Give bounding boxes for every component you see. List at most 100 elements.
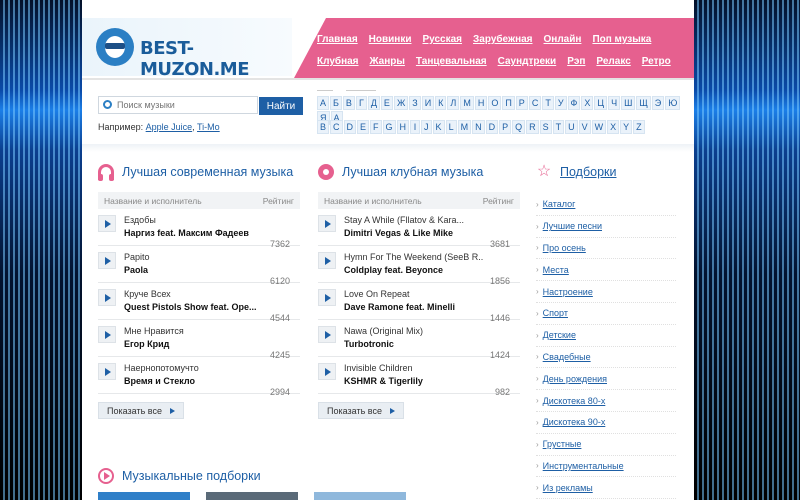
nav-link-pop[interactable]: Поп музыка (592, 34, 651, 45)
alphabet-letter[interactable]: П (502, 96, 515, 110)
play-icon[interactable] (98, 363, 116, 380)
track-artist[interactable]: Время и Стекло (124, 375, 274, 387)
collection-link[interactable]: › Грустные (536, 434, 676, 456)
alphabet-letter[interactable]: C (330, 120, 343, 134)
alphabet-letter[interactable]: С (528, 96, 542, 110)
alphabet-letter[interactable]: B (317, 120, 330, 134)
track-artist[interactable]: Turbotronic (344, 338, 494, 350)
track-artist[interactable]: Dimitri Vegas & Like Mike (344, 227, 494, 239)
alphabet-letter[interactable]: В (342, 96, 355, 110)
alphabet-letter[interactable]: G (382, 120, 396, 134)
alphabet-letter[interactable]: З (409, 96, 421, 110)
alphabet-letter[interactable]: Б (330, 96, 342, 110)
play-icon[interactable] (98, 326, 116, 343)
alphabet-letter[interactable]: Л (447, 96, 460, 110)
alphabet-letter[interactable]: И (421, 96, 435, 110)
play-icon[interactable] (98, 215, 116, 232)
alphabet-letter[interactable]: S (539, 120, 552, 134)
alphabet-letter[interactable]: У (554, 96, 567, 110)
collection-thumbnail[interactable] (314, 492, 406, 500)
nav-link-new[interactable]: Новинки (369, 34, 412, 45)
example-link-apple-juice[interactable]: Apple Juice (146, 122, 193, 132)
collection-link[interactable]: › Места (536, 259, 676, 282)
track-title[interactable]: Stay A While (Fllatov & Kara... (344, 215, 484, 225)
alphabet-letter[interactable]: М (460, 96, 474, 110)
alphabet-letter[interactable]: Ж (393, 96, 409, 110)
example-link-ti-mo[interactable]: Ti-Mo (197, 122, 220, 132)
alphabet-letter[interactable]: Q (512, 120, 526, 134)
play-icon[interactable] (318, 215, 336, 232)
alphabet-letter[interactable]: W (591, 120, 607, 134)
alphabet-letter[interactable]: Z (633, 120, 645, 134)
alphabet-letter[interactable]: J (421, 120, 432, 134)
play-icon[interactable] (98, 252, 116, 269)
alphabet-letter[interactable]: О (488, 96, 502, 110)
collection-link[interactable]: › Детские (536, 325, 676, 347)
track-title[interactable]: Love On Repeat (344, 289, 484, 299)
alphabet-letter[interactable]: T (552, 120, 565, 134)
play-icon[interactable] (318, 363, 336, 380)
nav-link-foreign[interactable]: Зарубежная (473, 34, 533, 45)
alphabet-letter[interactable]: Е (380, 96, 393, 110)
collection-link[interactable]: › Свадебные (536, 347, 676, 369)
play-icon[interactable] (318, 289, 336, 306)
nav-link-retro[interactable]: Ретро (642, 56, 671, 67)
track-title[interactable]: Nawa (Original Mix) (344, 326, 484, 336)
collection-link[interactable]: › Из рекламы (536, 477, 676, 500)
alphabet-letter[interactable]: Х (581, 96, 594, 110)
track-artist[interactable]: Quest Pistols Show feat. Ope... (124, 301, 274, 313)
alphabet-letter[interactable]: Ц (594, 96, 608, 110)
nav-link-soundtracks[interactable]: Саундтреки (498, 56, 557, 67)
alphabet-letter[interactable]: Ш (621, 96, 636, 110)
nav-link-rap[interactable]: Рэп (567, 56, 585, 67)
nav-link-dance[interactable]: Танцевальная (416, 56, 487, 67)
show-all-button[interactable]: Показать все (98, 402, 184, 419)
collection-thumbnail[interactable] (98, 492, 190, 500)
collection-link[interactable]: › Дискотека 90-х (536, 412, 676, 434)
alphabet-letter[interactable]: Y (620, 120, 633, 134)
track-title[interactable]: Мне Нравится (124, 326, 264, 336)
track-artist[interactable]: Paola (124, 264, 274, 276)
play-icon[interactable] (318, 252, 336, 269)
alphabet-letter[interactable]: I (410, 120, 421, 134)
nav-link-home[interactable]: Главная (317, 34, 358, 45)
collection-link[interactable]: › Каталог (536, 194, 676, 216)
track-artist[interactable]: Coldplay feat. Beyonce (344, 264, 494, 276)
play-icon[interactable] (98, 289, 116, 306)
alphabet-letter[interactable]: D (343, 120, 357, 134)
track-title[interactable]: Круче Всех (124, 289, 264, 299)
track-artist[interactable]: KSHMR & Tigerlily (344, 375, 494, 387)
alphabet-letter[interactable]: V (578, 120, 591, 134)
nav-link-relax[interactable]: Релакс (596, 56, 630, 67)
logo[interactable]: BEST-MUZON.ME (82, 18, 292, 80)
alphabet-letter[interactable]: M (457, 120, 472, 134)
collection-link[interactable]: › День рождения (536, 368, 676, 391)
alphabet-letter[interactable]: Т (542, 96, 554, 110)
alphabet-letter[interactable]: Ф (567, 96, 581, 110)
collection-link[interactable]: › Лучшие песни (536, 216, 676, 238)
nav-link-club[interactable]: Клубная (317, 56, 359, 67)
alphabet-letter[interactable]: Д (367, 96, 380, 110)
track-title[interactable]: Invisible Children (344, 363, 484, 373)
track-title[interactable]: Ездобы (124, 215, 264, 225)
alphabet-letter[interactable]: Щ (636, 96, 651, 110)
alphabet-letter[interactable]: N (472, 120, 485, 134)
collection-link[interactable]: › Настроение (536, 281, 676, 303)
search-button[interactable]: Найти (259, 97, 303, 115)
track-artist[interactable]: Наргиз feat. Максим Фадеев (124, 227, 274, 239)
alphabet-letter[interactable]: K (432, 120, 445, 134)
collection-link[interactable]: › Дискотека 80-х (536, 390, 676, 412)
nav-link-online[interactable]: Онлайн (544, 34, 582, 45)
alphabet-letter[interactable]: Ю (665, 96, 681, 110)
track-title[interactable]: Наернопотомучто (124, 363, 264, 373)
play-icon[interactable] (318, 326, 336, 343)
alphabet-letter[interactable]: H (396, 120, 410, 134)
collection-thumbnail[interactable] (206, 492, 298, 500)
track-title[interactable]: Papito (124, 252, 264, 262)
alphabet-letter[interactable]: P (499, 120, 512, 134)
nav-link-genres[interactable]: Жанры (370, 56, 405, 67)
alphabet-letter[interactable]: D (485, 120, 499, 134)
alphabet-letter[interactable]: Э (651, 96, 665, 110)
alphabet-letter[interactable]: R (526, 120, 539, 134)
track-artist[interactable]: Dave Ramone feat. Minelli (344, 301, 494, 313)
